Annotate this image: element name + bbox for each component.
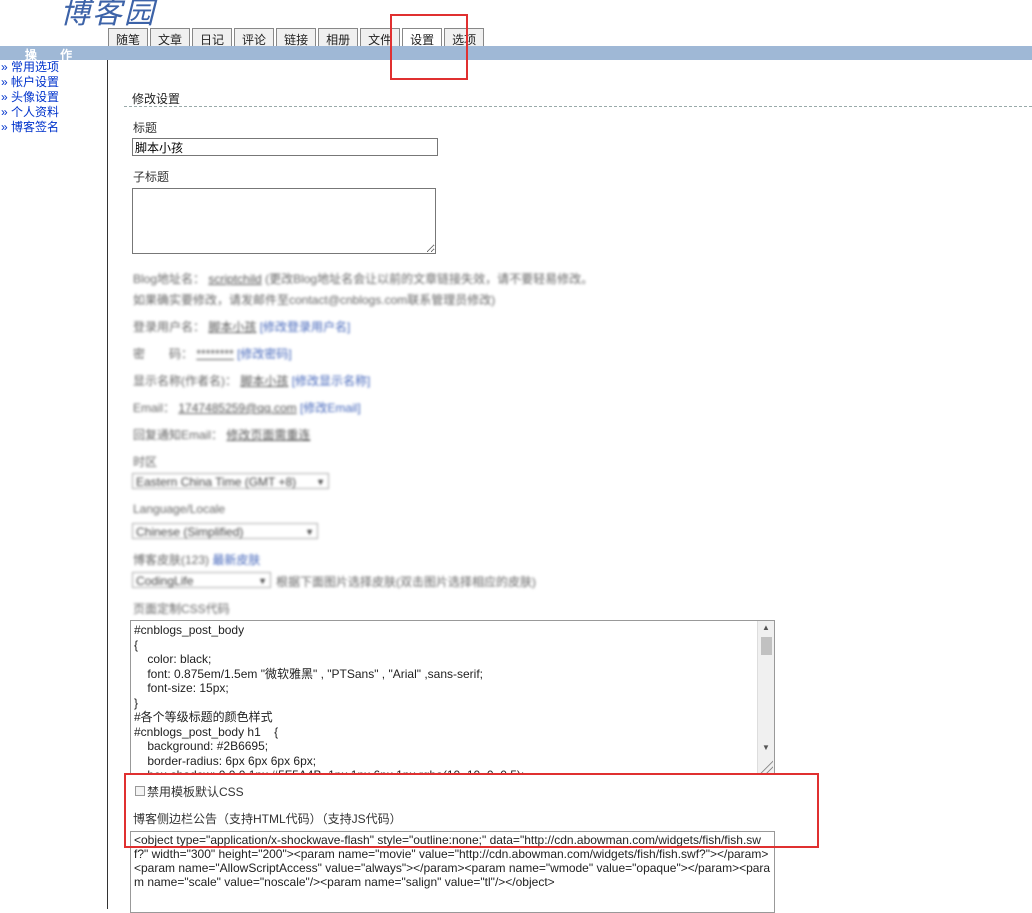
blog-address-label: Blog地址名：: [133, 272, 206, 286]
subtitle-label: 子标题: [133, 170, 170, 184]
scroll-down-icon[interactable]: ▼: [762, 743, 770, 752]
section-title: 修改设置: [132, 92, 181, 106]
reply-email-label: 回复通知Email：: [133, 428, 224, 442]
scroll-thumb[interactable]: [761, 637, 772, 655]
display-name-row: 显示名称(作者名)： 脚本小孩 [修改显示名称]: [133, 372, 370, 389]
reply-email-row: 回复通知Email： 修改页面需重连: [133, 426, 310, 443]
resize-handle-icon[interactable]: [759, 759, 773, 773]
top-bar: [107, 46, 1032, 60]
tab-6[interactable]: 文件: [360, 28, 401, 47]
login-user-label: 登录用户名：: [133, 320, 206, 334]
disable-default-css-label: 禁用模板默认CSS: [147, 785, 244, 799]
custom-css-textarea[interactable]: #cnblogs_post_body { color: black; font:…: [130, 620, 775, 775]
custom-css-content: #cnblogs_post_body { color: black; font:…: [134, 623, 525, 775]
login-user-value: 脚本小孩: [208, 320, 257, 334]
nav-item-0[interactable]: » 常用选项: [0, 60, 107, 75]
nav-item-2[interactable]: » 头像设置: [0, 90, 107, 105]
nav-list: » 常用选项» 帐户设置» 头像设置» 个人资料» 博客签名: [0, 60, 107, 135]
timezone-label: 时区: [133, 455, 158, 469]
latest-skins-link[interactable]: 最新皮肤: [212, 553, 260, 567]
display-name-value: 脚本小孩: [240, 374, 289, 388]
blog-address-note: (更改Blog地址名会让以前的文章链接失效，请不要轻易修改。: [265, 272, 594, 286]
title-label: 标题: [133, 121, 158, 135]
blog-address-note2: 如果确实要修改，请发邮件至contact@cnblogs.com联系管理员修改): [133, 293, 496, 307]
nav-item-3[interactable]: » 个人资料: [0, 105, 107, 120]
tab-3[interactable]: 评论: [234, 28, 275, 47]
skin-note: 根据下面图片选择皮肤(双击图片选择相应的皮肤): [276, 575, 536, 589]
sidebar-notice-content: <object type="application/x-shockwave-fl…: [134, 833, 771, 889]
tab-5[interactable]: 相册: [318, 28, 359, 47]
password-value: ********: [196, 347, 234, 361]
blog-address-row: Blog地址名： scriptchild (更改Blog地址名会让以前的文章链接…: [133, 270, 593, 287]
skin-select[interactable]: CodingLife ▼: [132, 572, 271, 588]
nav-header: 操 作: [0, 46, 107, 62]
skin-value: CodingLife: [136, 574, 194, 588]
section-header: 修改设置: [124, 89, 1032, 107]
language-select[interactable]: Chinese (Simplified) ▼: [132, 523, 318, 539]
tab-2[interactable]: 日记: [192, 28, 233, 47]
language-label: Language/Locale: [133, 502, 226, 516]
scroll-up-icon[interactable]: ▲: [762, 623, 770, 632]
nav-item-1[interactable]: » 帐户设置: [0, 75, 107, 90]
email-row: Email： 1747485259@qq.com [修改Email]: [133, 399, 361, 416]
sidebar-notice-textarea[interactable]: <object type="application/x-shockwave-fl…: [130, 831, 775, 913]
reply-email-value: 修改页面需重连: [226, 428, 311, 442]
disable-default-css-checkbox[interactable]: [135, 786, 145, 796]
display-name-label: 显示名称(作者名)：: [133, 374, 237, 388]
timezone-value: Eastern China Time (GMT +8): [136, 475, 297, 489]
login-user-row: 登录用户名： 脚本小孩 [修改登录用户名]: [133, 318, 350, 335]
change-email-link[interactable]: [修改Email]: [300, 401, 361, 415]
blog-address-value: scriptchild: [208, 272, 262, 286]
skin-row: 博客皮肤(123) 最新皮肤: [133, 551, 260, 568]
chevron-down-icon: ▼: [316, 477, 325, 487]
password-label: 密 码：: [133, 347, 194, 361]
chevron-down-icon: ▼: [305, 527, 314, 537]
subtitle-textarea[interactable]: [132, 188, 436, 254]
password-row: 密 码： ******** [修改密码]: [133, 345, 292, 362]
chevron-down-icon: ▼: [258, 576, 267, 586]
change-password-link[interactable]: [修改密码]: [237, 347, 292, 361]
language-value: Chinese (Simplified): [136, 525, 244, 539]
sidebar-notice-label: 博客侧边栏公告（支持HTML代码）（支持JS代码）: [133, 812, 402, 826]
scrollbar[interactable]: ▲ ▼: [757, 621, 774, 774]
title-input[interactable]: [132, 138, 438, 156]
left-nav: 操 作 » 常用选项» 帐户设置» 头像设置» 个人资料» 博客签名: [0, 46, 107, 135]
email-label: Email：: [133, 401, 176, 415]
divider: [107, 60, 108, 909]
change-display-name-link[interactable]: [修改显示名称]: [292, 374, 371, 388]
email-value: 1747485259@qq.com: [178, 401, 297, 415]
tab-bar: 随笔 文章 日记 评论 链接 相册 文件 设置 选项: [108, 28, 486, 47]
skin-label: 博客皮肤(123): [133, 553, 210, 567]
custom-css-label: 页面定制CSS代码: [133, 602, 230, 616]
timezone-select[interactable]: Eastern China Time (GMT +8) ▼: [132, 473, 329, 489]
change-login-user-link[interactable]: [修改登录用户名]: [260, 320, 351, 334]
tab-7[interactable]: 设置: [402, 28, 443, 47]
nav-item-4[interactable]: » 博客签名: [0, 120, 107, 135]
tab-1[interactable]: 文章: [150, 28, 191, 47]
tab-8[interactable]: 选项: [444, 28, 485, 47]
tab-4[interactable]: 链接: [276, 28, 317, 47]
tab-0[interactable]: 随笔: [108, 28, 149, 47]
